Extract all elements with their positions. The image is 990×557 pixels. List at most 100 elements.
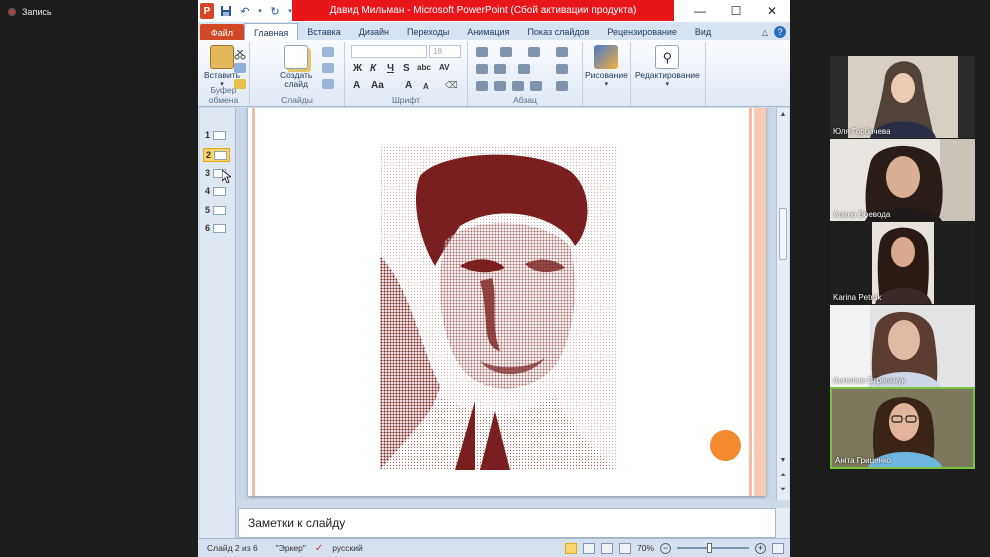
ribbon-collapse-icon[interactable]: △ bbox=[762, 28, 768, 37]
smartart-icon[interactable] bbox=[556, 81, 568, 91]
shadow-button[interactable]: abc bbox=[417, 63, 431, 72]
clipboard-group: Вставить ▾ Буфер обмена bbox=[198, 42, 250, 106]
slide-thumbnail-icon bbox=[214, 150, 228, 160]
portrait-photo[interactable] bbox=[380, 146, 616, 470]
participant-tile[interactable]: Karina Petruk bbox=[830, 222, 975, 304]
scroll-down-icon[interactable]: ▼ bbox=[777, 454, 789, 466]
thumbnail-number: 6 bbox=[205, 223, 211, 233]
thumbnail-6[interactable]: 6 bbox=[205, 223, 227, 233]
align-right-icon[interactable] bbox=[512, 81, 524, 91]
minimize-icon[interactable]: — bbox=[682, 0, 718, 22]
tab-slideshow[interactable]: Показ слайдов bbox=[518, 23, 598, 41]
tab-file[interactable]: Файл bbox=[200, 24, 244, 41]
theme-name[interactable]: "Эркер" bbox=[267, 543, 315, 553]
participant-tile[interactable]: Ангеліна Стрельчук bbox=[830, 305, 975, 387]
close-icon[interactable]: ✕ bbox=[754, 0, 790, 22]
font-size-field[interactable]: 18 bbox=[429, 45, 461, 58]
align-left-icon[interactable] bbox=[476, 81, 488, 91]
vertical-scrollbar[interactable]: ▲ ▼ ⏶ ⏷ bbox=[776, 108, 789, 500]
text-direction-icon[interactable] bbox=[556, 47, 568, 57]
redo-icon[interactable]: ↻ bbox=[268, 4, 282, 18]
participant-video bbox=[830, 139, 975, 221]
font-name-field[interactable] bbox=[351, 45, 427, 58]
zoom-out-icon[interactable]: − bbox=[660, 542, 671, 554]
scrollbar-thumb[interactable] bbox=[779, 208, 787, 260]
help-icon[interactable]: ? bbox=[774, 26, 786, 38]
shrink-font-button[interactable]: A bbox=[423, 82, 429, 91]
slide-thumbnail-icon bbox=[213, 223, 227, 233]
drawing-button[interactable]: Рисование ▾ bbox=[585, 45, 628, 89]
slide-canvas[interactable] bbox=[248, 108, 766, 496]
participant-tile[interactable]: Юля Горбачева bbox=[830, 56, 975, 138]
grow-font-button[interactable]: A bbox=[405, 80, 412, 91]
align-text-icon[interactable] bbox=[556, 64, 568, 74]
bold-button[interactable]: Ж bbox=[353, 63, 362, 74]
tab-animations[interactable]: Анимация bbox=[458, 23, 518, 41]
bullets-icon[interactable] bbox=[476, 47, 488, 57]
record-icon bbox=[8, 8, 16, 16]
cut-icon[interactable] bbox=[234, 47, 246, 60]
notes-scrollbar[interactable] bbox=[776, 508, 789, 538]
next-slide-icon[interactable]: ⏷ bbox=[777, 484, 789, 496]
save-icon[interactable] bbox=[219, 4, 233, 18]
slideshow-icon[interactable] bbox=[618, 542, 631, 554]
fit-to-window-icon[interactable] bbox=[772, 542, 784, 554]
zoom-in-icon[interactable]: + bbox=[755, 542, 766, 554]
tab-insert[interactable]: Вставка bbox=[298, 23, 349, 41]
line-spacing-icon[interactable] bbox=[528, 47, 540, 57]
tab-transitions[interactable]: Переходы bbox=[398, 23, 458, 41]
window-controls: — ☐ ✕ bbox=[682, 0, 790, 22]
reset-icon[interactable] bbox=[322, 63, 334, 73]
layout-icon[interactable] bbox=[322, 47, 334, 57]
underline-button[interactable]: Ч bbox=[387, 63, 394, 74]
new-slide-label-2: слайд bbox=[284, 79, 308, 89]
tab-home[interactable]: Главная bbox=[244, 23, 299, 41]
quick-access-toolbar: P ↶ ▾ ↻ ▾ bbox=[200, 3, 293, 19]
clear-format-icon[interactable]: ⌫ bbox=[445, 80, 458, 91]
participant-tile-active-speaker[interactable]: Аніта Гриценко bbox=[830, 387, 975, 469]
thumbnail-5[interactable]: 5 bbox=[205, 205, 227, 215]
editing-group: ⚲ Редактирование ▾ bbox=[631, 42, 706, 106]
maximize-icon[interactable]: ☐ bbox=[718, 0, 754, 22]
section-icon[interactable] bbox=[322, 79, 334, 89]
increase-indent-icon[interactable] bbox=[494, 64, 506, 74]
powerpoint-window: P ↶ ▾ ↻ ▾ Давид Мильман - Microsoft Powe… bbox=[198, 0, 790, 557]
slide-editor[interactable] bbox=[238, 108, 776, 500]
language-label[interactable]: русский bbox=[323, 543, 372, 553]
thumbnail-number: 5 bbox=[205, 205, 211, 215]
editing-button[interactable]: ⚲ Редактирование ▾ bbox=[635, 45, 700, 89]
font-color-button[interactable]: A bbox=[353, 80, 360, 91]
thumbnail-2[interactable]: 2 bbox=[203, 148, 231, 162]
slide-sorter-icon[interactable] bbox=[582, 542, 595, 554]
align-center-icon[interactable] bbox=[494, 81, 506, 91]
notes-pane[interactable]: Заметки к слайду bbox=[238, 508, 776, 538]
decrease-indent-icon[interactable] bbox=[476, 64, 488, 74]
justify-icon[interactable] bbox=[530, 81, 542, 91]
char-spacing-button[interactable]: AV bbox=[439, 63, 450, 72]
new-slide-button[interactable]: Создать слайд bbox=[280, 45, 312, 89]
drawing-label: Рисование bbox=[585, 70, 628, 80]
reading-view-icon[interactable] bbox=[600, 542, 613, 554]
participant-tile[interactable]: Алина Воевода bbox=[830, 139, 975, 221]
normal-view-icon[interactable] bbox=[564, 542, 577, 554]
screen: Запись P ↶ ▾ ↻ ▾ Давид Мильман - Microso… bbox=[0, 0, 990, 557]
zoom-level[interactable]: 70% bbox=[637, 543, 654, 553]
columns-icon[interactable] bbox=[518, 64, 530, 74]
thumbnail-1[interactable]: 1 bbox=[205, 130, 227, 140]
strikethrough-button[interactable]: S bbox=[403, 63, 410, 74]
copy-icon[interactable] bbox=[234, 63, 246, 73]
italic-button[interactable]: К bbox=[370, 63, 376, 74]
chevron-down-icon[interactable]: ▾ bbox=[257, 4, 263, 18]
tab-design[interactable]: Дизайн bbox=[350, 23, 398, 41]
zoom-slider-knob[interactable] bbox=[707, 543, 713, 553]
change-case-button[interactable]: Aa bbox=[371, 80, 384, 91]
powerpoint-logo-icon[interactable]: P bbox=[200, 3, 214, 19]
tab-view[interactable]: Вид bbox=[686, 23, 720, 41]
undo-icon[interactable]: ↶ bbox=[238, 4, 252, 18]
numbering-icon[interactable] bbox=[500, 47, 512, 57]
scroll-up-icon[interactable]: ▲ bbox=[777, 108, 789, 120]
spell-check-icon[interactable]: ✓ bbox=[315, 543, 323, 554]
previous-slide-icon[interactable]: ⏶ bbox=[777, 470, 789, 482]
zoom-slider[interactable] bbox=[677, 543, 749, 553]
tab-review[interactable]: Рецензирование bbox=[598, 23, 686, 41]
